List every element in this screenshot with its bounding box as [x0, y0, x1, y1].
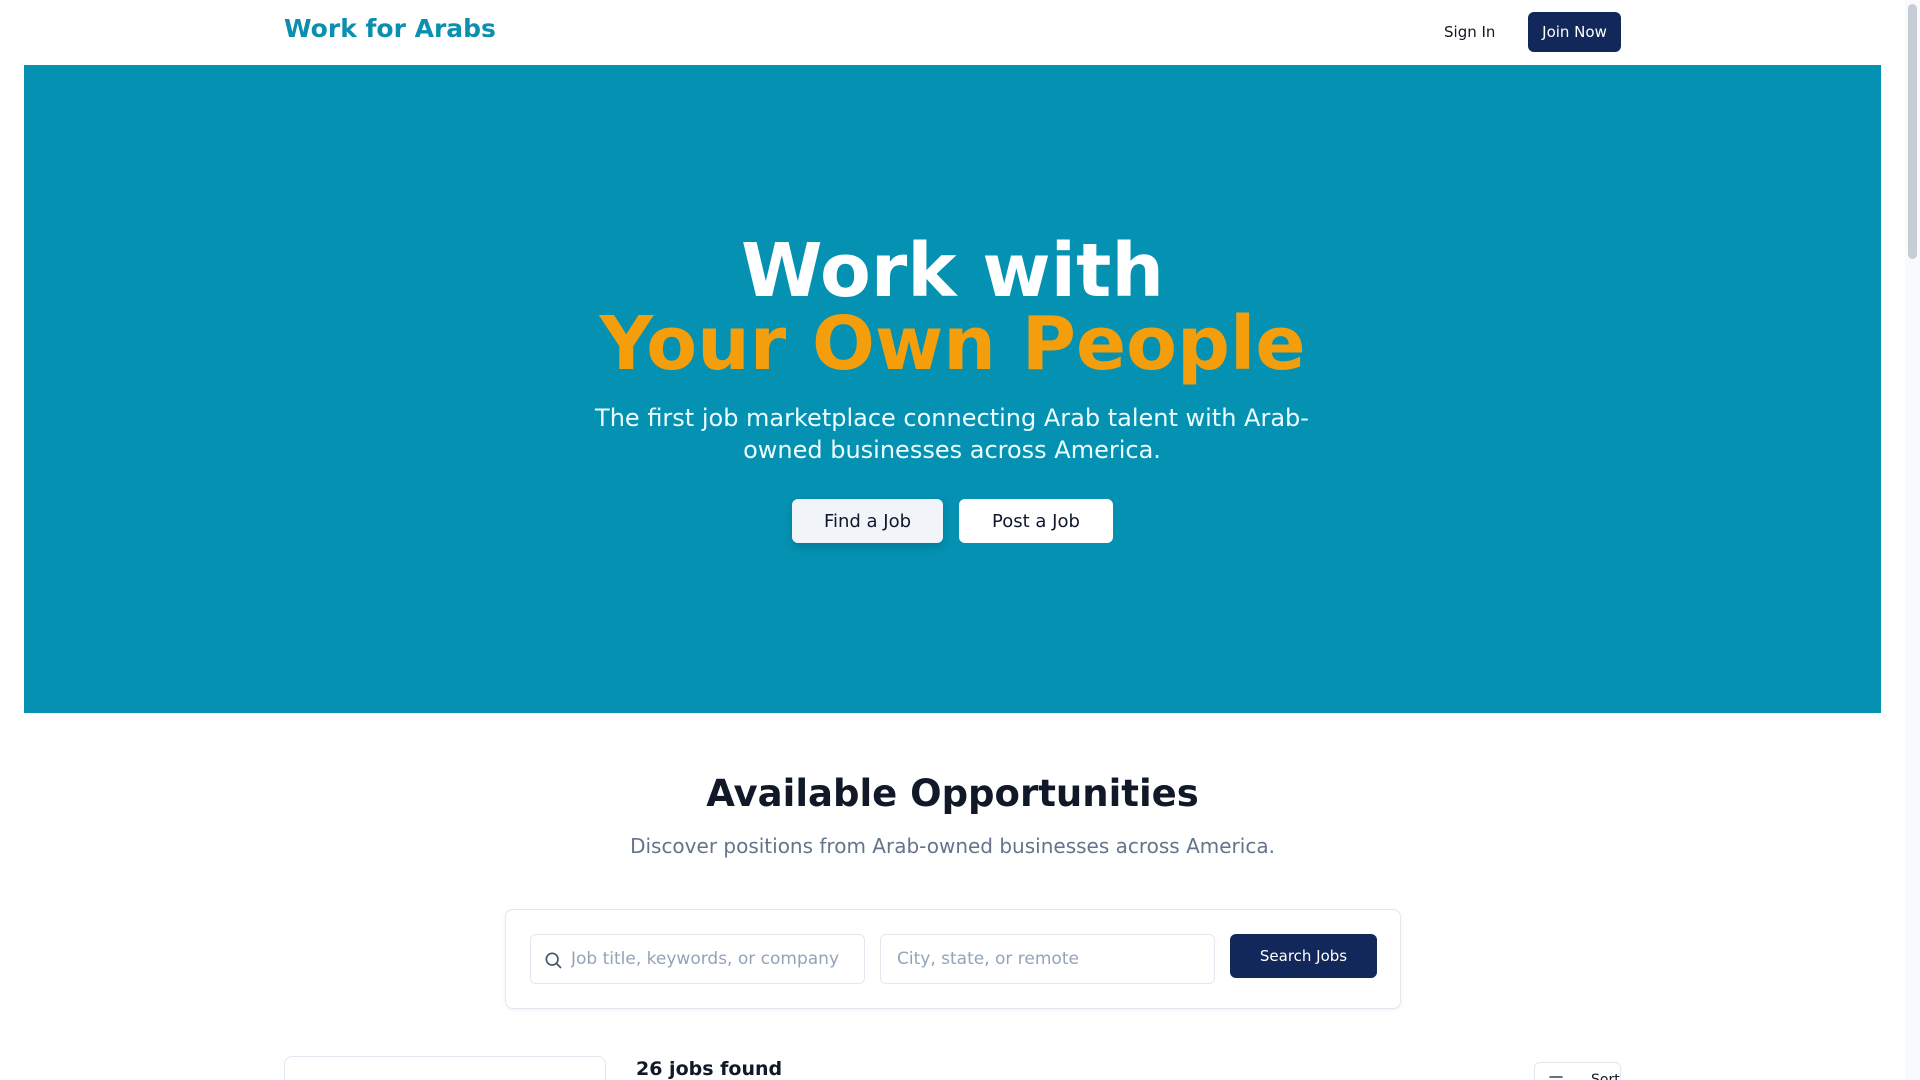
sign-in-button[interactable]: Sign In [1428, 12, 1511, 52]
job-search-card: Search Jobs [505, 909, 1401, 1009]
location-input[interactable] [897, 935, 1207, 983]
search-jobs-button[interactable]: Search Jobs [1230, 934, 1377, 978]
site-header: Work for Arabs Sign In Join Now [0, 0, 1905, 65]
hero-title-line2: Your Own People [599, 301, 1306, 387]
keyword-field[interactable] [530, 934, 865, 984]
results-count: 26 jobs found [636, 1058, 783, 1080]
hero-subtitle: The first job marketplace connecting Ara… [595, 404, 1309, 464]
sliders-icon [1549, 1076, 1563, 1078]
hero-title-line1: Work with [740, 228, 1165, 314]
sort-button[interactable]: Sort [1534, 1062, 1621, 1080]
keyword-search-input[interactable] [571, 935, 856, 983]
page-scrollbar[interactable] [1905, 0, 1920, 1080]
scrollbar-thumb[interactable] [1908, 4, 1917, 259]
section-subtitle: Discover positions from Arab-owned busin… [630, 834, 1275, 858]
location-field[interactable] [880, 934, 1215, 984]
sort-label: Sort [1591, 1072, 1620, 1080]
section-title: Available Opportunities [706, 772, 1199, 815]
site-logo[interactable]: Work for Arabs [284, 14, 496, 43]
find-job-button[interactable]: Find a Job [792, 499, 943, 543]
search-icon [545, 952, 562, 969]
post-job-button[interactable]: Post a Job [959, 499, 1113, 543]
join-now-button[interactable]: Join Now [1528, 12, 1621, 52]
filters-panel [284, 1056, 606, 1080]
hero-section: Work with Your Own People The first job … [24, 65, 1881, 713]
